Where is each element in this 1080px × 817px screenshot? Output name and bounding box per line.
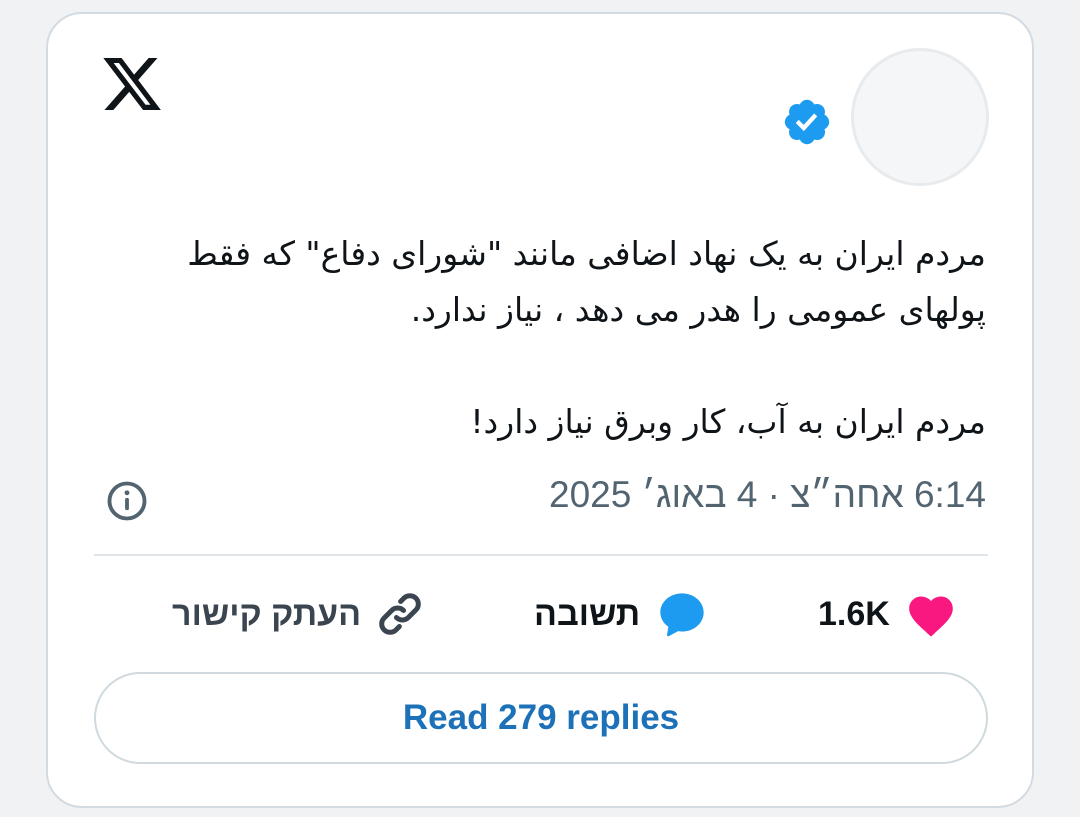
avatar[interactable] — [851, 48, 989, 186]
copy-link-button[interactable]: העתק קישור — [172, 582, 425, 646]
tweet-line: پولهای عمومی را هدر می دهد ، نیاز ندارد. — [410, 290, 986, 329]
reply-label: תשובה — [534, 594, 641, 633]
reply-button[interactable]: תשובה — [534, 582, 710, 646]
x-logo-icon[interactable] — [100, 52, 164, 116]
link-icon — [379, 593, 421, 635]
tweet-text: مردم ایران به یک نهاد اضافی مانند "شورای… — [106, 226, 986, 450]
info-icon[interactable] — [106, 480, 148, 522]
read-replies-button[interactable]: Read 279 replies — [94, 672, 988, 764]
tweet-card: مردم ایران به یک نهاد اضافی مانند "شورای… — [46, 12, 1034, 808]
verified-badge-icon — [784, 99, 830, 145]
copy-link-label: העתק קישור — [172, 594, 362, 633]
divider — [94, 554, 988, 556]
heart-icon — [909, 596, 953, 637]
tweet-line: مردم ایران به آب، کار وبرق نیاز دارد! — [470, 402, 986, 441]
tweet-line: مردم ایران به یک نهاد اضافی مانند "شورای… — [187, 234, 986, 273]
like-button[interactable]: 1.6K — [818, 582, 958, 646]
like-count: 1.6K — [818, 594, 890, 633]
action-bar: 1.6K תשובה העתק קישור — [48, 582, 1036, 646]
reply-bubble-icon — [660, 593, 704, 637]
tweet-timestamp[interactable]: 6:14 אחה״צ · 4 באוג׳ 2025 — [549, 474, 986, 516]
